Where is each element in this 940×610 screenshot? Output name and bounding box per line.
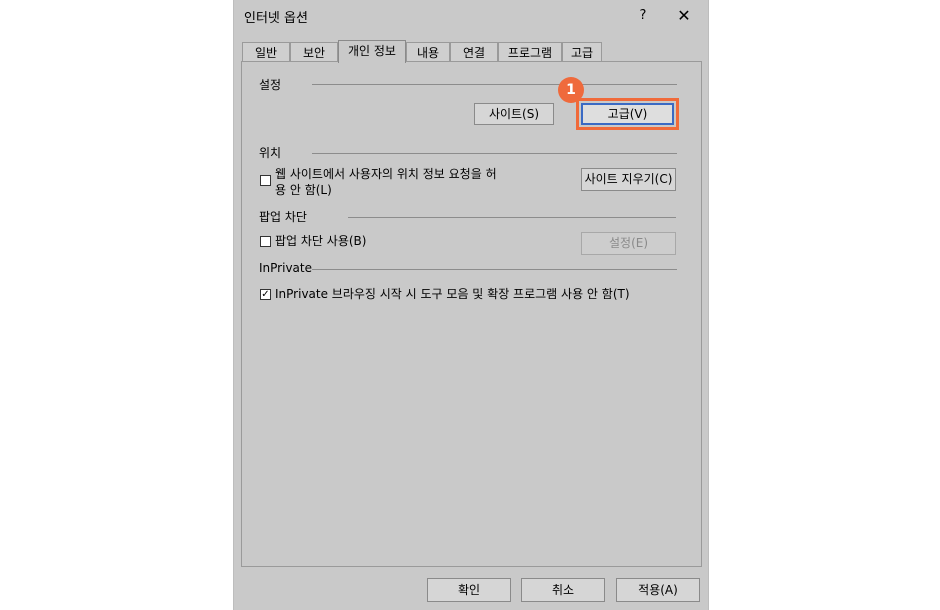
settings-heading: 설정 [259,78,282,92]
cancel-button[interactable]: 취소 [521,578,605,602]
tab-security[interactable]: 보안 [290,42,338,62]
location-checkbox-label-line2: 용 안 함(L) [275,183,332,197]
inprivate-checkbox[interactable]: ✓ [260,289,271,300]
location-checkbox[interactable] [260,175,271,186]
tab-general[interactable]: 일반 [242,42,290,62]
window-title: 인터넷 옵션 [244,11,308,26]
inprivate-checkbox-label: InPrivate 브라우징 시작 시 도구 모음 및 확장 프로그램 사용 안… [275,287,630,301]
tab-privacy[interactable]: 개인 정보 [338,40,406,63]
apply-button[interactable]: 적용(A) [616,578,700,602]
title-bar: 인터넷 옵션 ? ✕ [234,0,708,32]
callout-badge: 1 [558,77,584,103]
inprivate-heading: InPrivate [259,261,312,275]
location-checkbox-label-line1: 웹 사이트에서 사용자의 위치 정보 요청을 허 [275,167,497,181]
tab-programs[interactable]: 프로그램 [498,42,562,62]
tab-connections[interactable]: 연결 [450,42,498,62]
privacy-panel: 설정 사이트(S) 고급(V) 1 위치 웹 사이트에서 사용자의 위치 정보 … [241,61,702,567]
clear-sites-button[interactable]: 사이트 지우기(C) [581,168,676,191]
internet-options-dialog: 인터넷 옵션 ? ✕ 일반 보안 개인 정보 내용 연결 프로그램 고급 설정 … [233,0,709,610]
ok-button[interactable]: 확인 [427,578,511,602]
popup-divider [348,217,676,218]
popup-checkbox-label: 팝업 차단 사용(B) [275,234,367,248]
close-icon[interactable]: ✕ [674,6,694,26]
settings-divider [312,84,677,85]
popup-checkbox[interactable] [260,236,271,247]
tab-content[interactable]: 내용 [406,42,450,62]
popup-settings-button[interactable]: 설정(E) [581,232,676,255]
popup-heading: 팝업 차단 [259,210,307,224]
help-button[interactable]: ? [633,6,653,26]
sites-button[interactable]: 사이트(S) [474,103,554,125]
location-heading: 위치 [259,146,282,160]
inprivate-divider [312,269,677,270]
location-divider [312,153,677,154]
tab-advanced[interactable]: 고급 [562,42,602,62]
advanced-button[interactable]: 고급(V) [581,103,674,125]
